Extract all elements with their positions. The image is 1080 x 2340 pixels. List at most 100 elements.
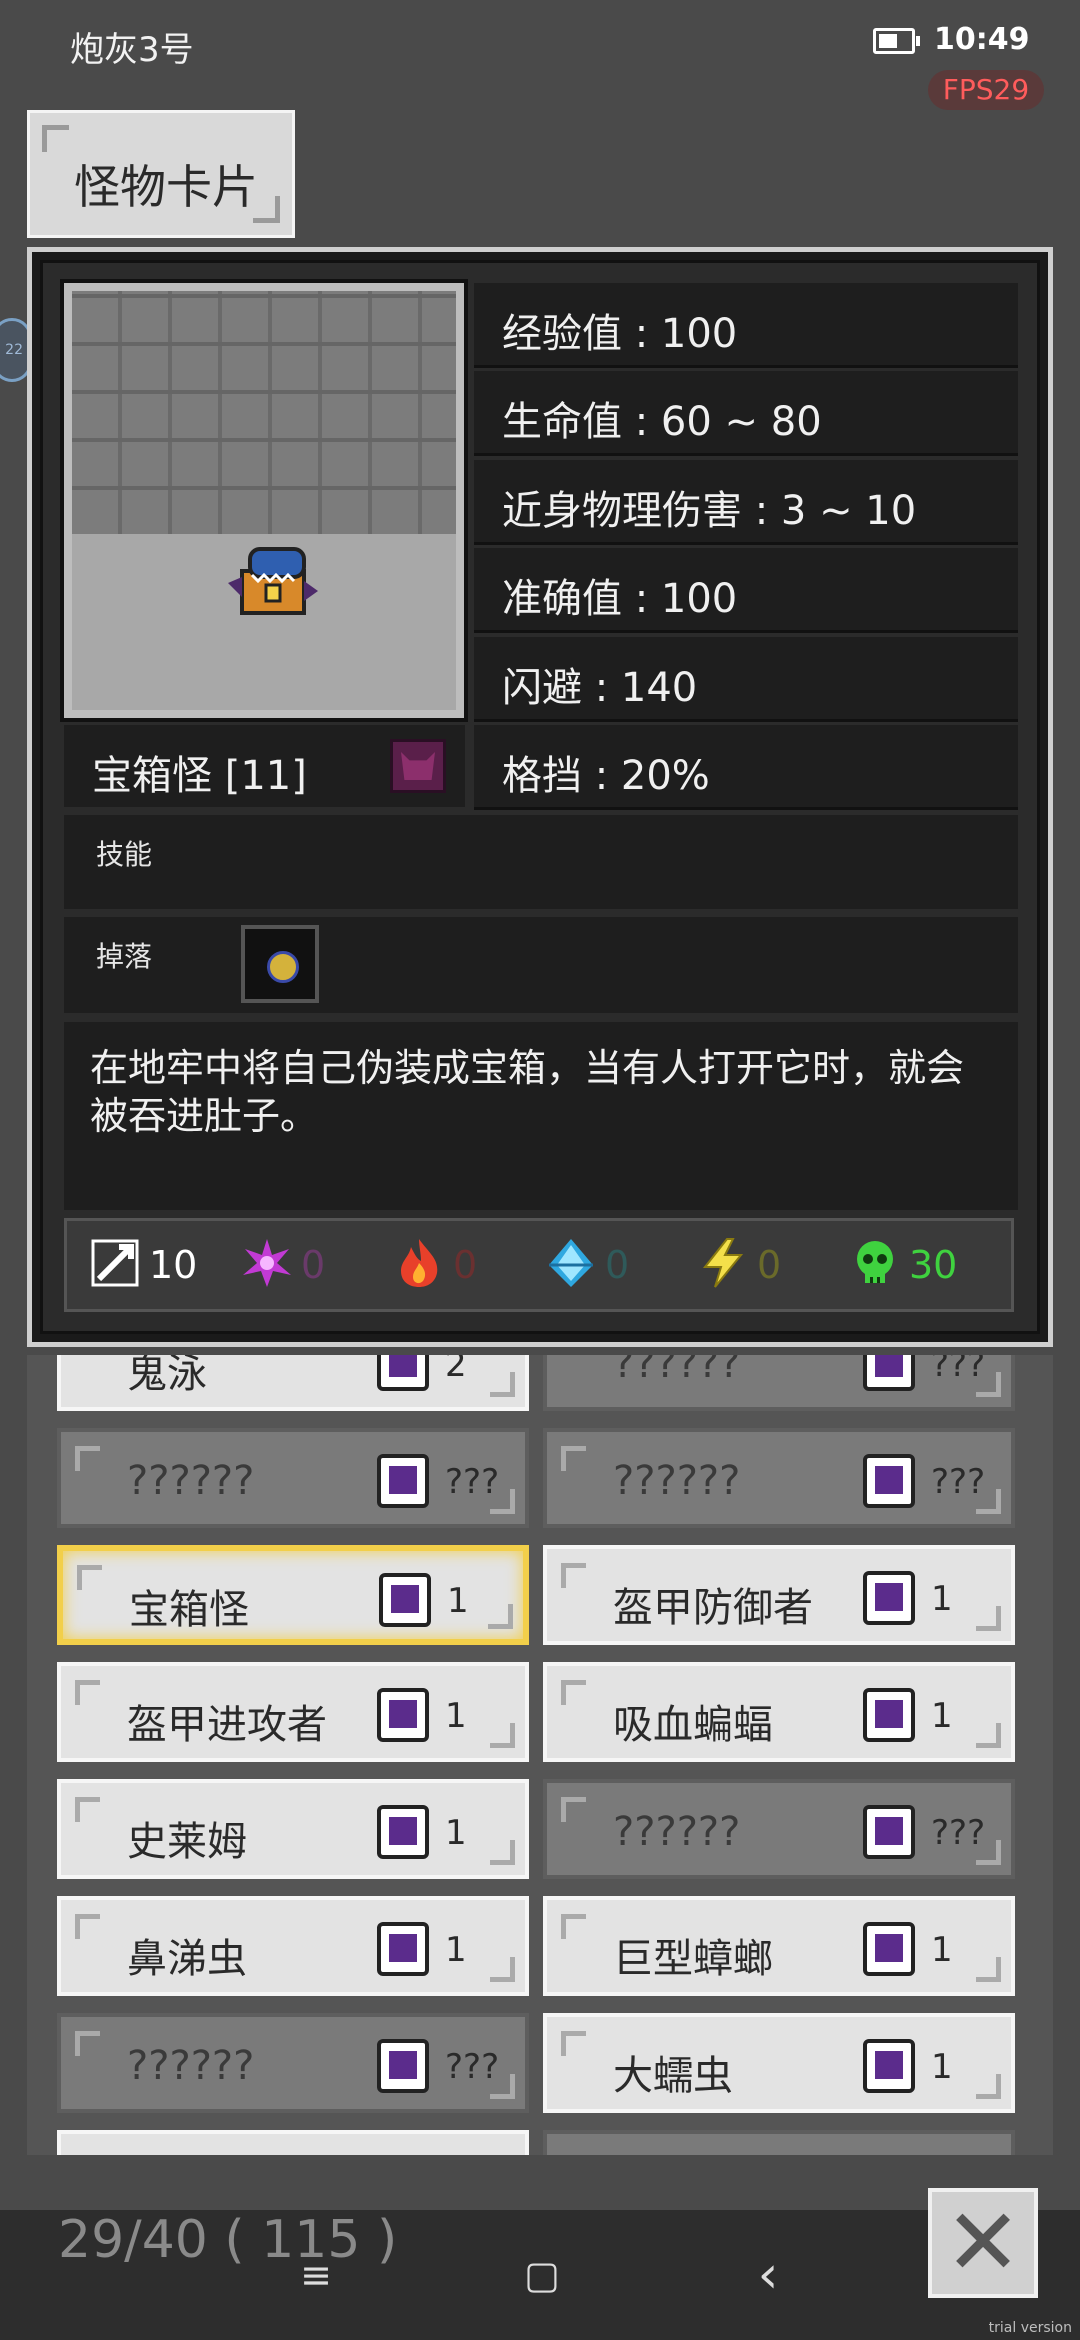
monster-list-item-name: ?????? <box>613 1355 741 1387</box>
monster-list-item-count: 1 <box>931 1696 953 1736</box>
monster-list-item-name: 史莱姆 <box>127 1819 247 1865</box>
monster-list-item-name: 吸血蝙蝠 <box>613 1702 773 1748</box>
monster-list-item-count: ??? <box>445 2047 500 2087</box>
monster-list-item-count: 1 <box>931 1930 953 1970</box>
monster-card-icon <box>379 1573 431 1627</box>
tab-monster-cards[interactable]: 怪物卡片 <box>27 110 295 238</box>
close-button[interactable]: ✕ <box>928 2188 1038 2298</box>
resistance-value: 10 <box>149 1243 198 1287</box>
monster-list-item-count: 2 <box>445 1355 467 1385</box>
drops-label: 掉落 <box>96 940 153 973</box>
lightning-icon <box>697 1237 749 1289</box>
monster-list-item[interactable]: 盔甲进攻者 1 <box>57 1662 529 1762</box>
home-icon[interactable]: ▢ <box>522 2255 562 2295</box>
monster-card-icon <box>863 1805 915 1859</box>
close-icon: ✕ <box>944 2189 1022 2296</box>
monster-card-icon <box>863 2039 915 2093</box>
monster-list-item-count: ??? <box>931 1813 986 1853</box>
clock: 10:49 <box>934 22 1030 57</box>
stat-exp: 经验值 : 100 <box>474 283 1018 368</box>
monster-list-item-name: 盔甲防御者 <box>613 1585 813 1631</box>
monster-list-item[interactable]: 鬼泳 2 <box>57 1355 529 1411</box>
monster-list-item[interactable]: 盔甲防御者 1 <box>543 1545 1015 1645</box>
monster-list-item[interactable]: 吸血蝙蝠 1 <box>543 1662 1015 1762</box>
status-bar: 炮灰3号 10:49 <box>0 0 1080 90</box>
stat-melee-damage: 近身物理伤害 : 3 ~ 10 <box>474 460 1018 545</box>
monster-card-icon <box>863 1355 915 1391</box>
monster-portrait <box>60 279 468 722</box>
monster-list-item-count: ??? <box>931 1462 986 1502</box>
monster-list-item-count: 1 <box>447 1581 469 1621</box>
skills-label: 技能 <box>96 838 153 871</box>
monster-list-item-count: 1 <box>445 1930 467 1970</box>
monster-list-item-name: 鼻涕虫 <box>127 1936 247 1982</box>
stat-block: 格挡 : 20% <box>474 725 1018 810</box>
monster-card-icon <box>377 1454 429 1508</box>
monster-list-item-name: ?????? <box>613 1809 741 1855</box>
stat-hp: 生命值 : 60 ~ 80 <box>474 371 1018 456</box>
monster-card-icon <box>377 1355 429 1391</box>
sword-icon <box>89 1237 141 1289</box>
stat-accuracy: 准确值 : 100 <box>474 548 1018 633</box>
monster-list-item[interactable] <box>57 2130 529 2155</box>
drop-item-orb-icon[interactable] <box>241 925 319 1003</box>
magic-burst-icon <box>241 1237 293 1289</box>
monster-list-item-name: 盔甲进攻者 <box>127 1702 327 1748</box>
resistance-value: 0 <box>605 1243 630 1287</box>
monster-list-item-count: 1 <box>931 2047 953 2087</box>
monster-list-item-name: 宝箱怪 <box>129 1587 249 1633</box>
monster-type-icon <box>390 739 446 793</box>
resistance-bar: 10 0 0 0 0 30 <box>64 1218 1014 1312</box>
monster-card-icon <box>377 1922 429 1976</box>
resistance-value: 0 <box>301 1243 326 1287</box>
monster-list-item[interactable]: 鼻涕虫 1 <box>57 1896 529 1996</box>
drops-section: 掉落 <box>64 917 1018 1013</box>
monster-list-item-name: 鬼泳 <box>127 1355 207 1397</box>
resistance-value: 30 <box>909 1243 958 1287</box>
ice-crystal-icon <box>545 1237 597 1289</box>
monster-list-item[interactable]: 史莱姆 1 <box>57 1779 529 1879</box>
monster-list-item[interactable]: ????????? <box>543 1355 1015 1411</box>
monster-list-item-count: 1 <box>445 1696 467 1736</box>
monster-description: 在地牢中将自己伪装成宝箱，当有人打开它时，就会被吞进肚子。 <box>64 1022 1018 1210</box>
fps-badge: FPS29 <box>928 70 1044 110</box>
tab-label: 怪物卡片 <box>74 160 258 214</box>
monster-list-item[interactable] <box>543 2130 1015 2155</box>
monster-list-item-count: ??? <box>931 1355 986 1385</box>
resistance-value: 0 <box>453 1243 478 1287</box>
watermark: trial version <box>988 2320 1072 2336</box>
monster-list-item-name: ?????? <box>127 1458 255 1504</box>
monster-list-item-count: 1 <box>931 1579 953 1619</box>
fire-icon <box>393 1237 445 1289</box>
monster-list-item-name: 大蠕虫 <box>613 2053 733 2099</box>
monster-list-item[interactable]: 宝箱怪 1 <box>57 1545 529 1645</box>
monster-list-item[interactable]: ????????? <box>57 2013 529 2113</box>
menu-icon[interactable]: ≡ <box>296 2255 336 2295</box>
monster-list-item-count: ??? <box>445 1462 500 1502</box>
status-title: 炮灰3号 <box>70 30 194 70</box>
monster-card-icon <box>377 1688 429 1742</box>
monster-card-icon <box>863 1454 915 1508</box>
monster-card-icon <box>377 2039 429 2093</box>
skills-section: 技能 <box>64 815 1018 909</box>
back-icon[interactable]: ‹ <box>748 2249 788 2301</box>
monster-list[interactable]: 鬼泳 2??????????????????????????? 宝箱怪 1 盔甲防御者 1… <box>27 1355 1053 2155</box>
mimic-chest-icon <box>228 547 318 615</box>
monster-list-item[interactable]: ????????? <box>543 1428 1015 1528</box>
monster-list-item[interactable]: ????????? <box>543 1779 1015 1879</box>
monster-list-item[interactable]: 大蠕虫 1 <box>543 2013 1015 2113</box>
monster-name: 宝箱怪 [11] <box>92 753 307 799</box>
page-count: 29/40 ( 115 ) <box>58 2210 398 2270</box>
monster-list-item[interactable]: ????????? <box>57 1428 529 1528</box>
monster-name-row: 宝箱怪 [11] <box>64 725 465 807</box>
monster-list-item-name: 巨型蟑螂 <box>613 1936 773 1982</box>
monster-card-icon <box>377 1805 429 1859</box>
monster-card-icon <box>863 1688 915 1742</box>
monster-card-icon <box>863 1922 915 1976</box>
monster-list-item[interactable]: 巨型蟑螂 1 <box>543 1896 1015 1996</box>
monster-list-item-name: ?????? <box>613 1458 741 1504</box>
battery-icon <box>873 28 920 54</box>
resistance-value: 0 <box>757 1243 782 1287</box>
poison-skull-icon <box>849 1237 901 1289</box>
stat-evasion: 闪避 : 140 <box>474 637 1018 722</box>
